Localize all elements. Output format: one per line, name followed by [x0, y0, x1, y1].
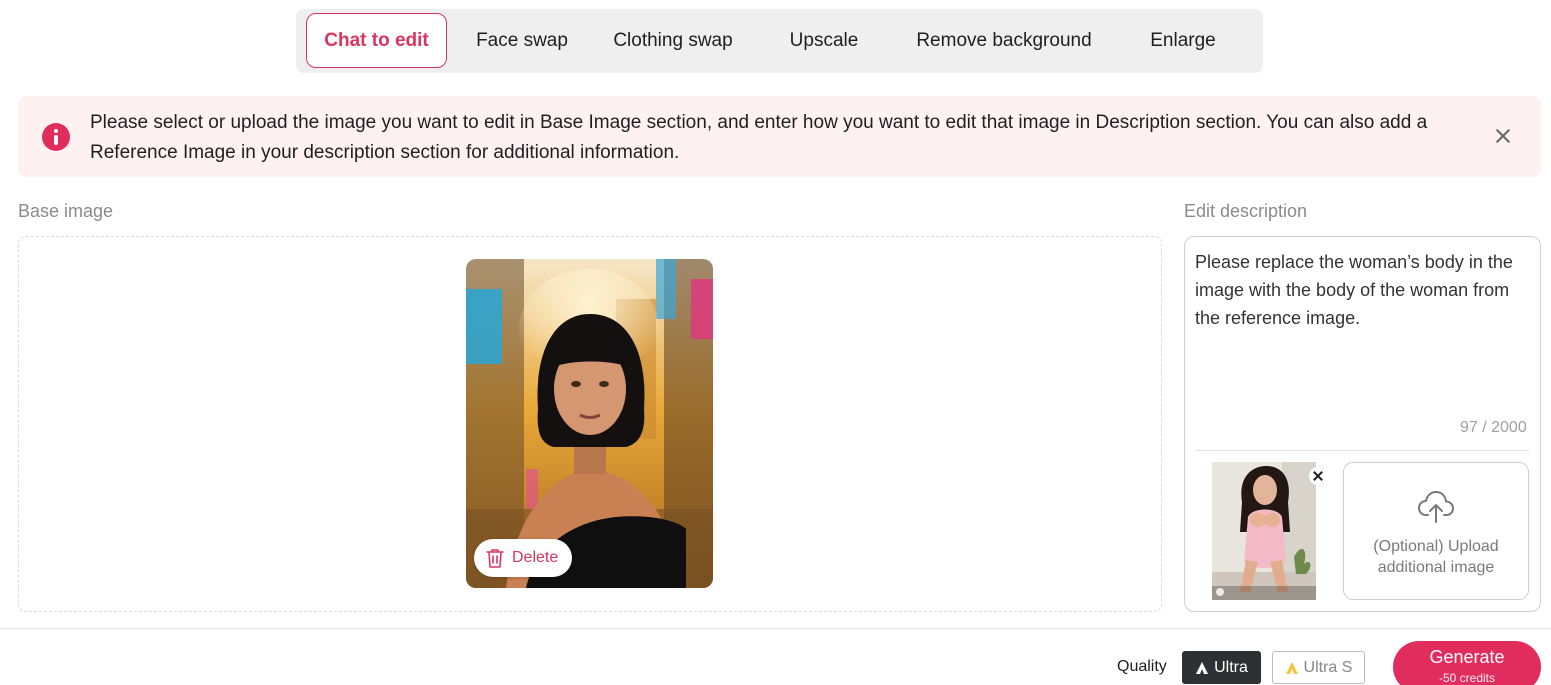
tab-chat-to-edit[interactable]: Chat to edit	[306, 13, 447, 68]
base-image-label: Base image	[18, 201, 114, 221]
tab-enlarge[interactable]: Enlarge	[1128, 13, 1238, 68]
generate-label: Generate	[1429, 647, 1505, 667]
ultra-s-icon	[1285, 661, 1298, 674]
upload-additional-image-label: (Optional) Upload additional image	[1373, 538, 1499, 576]
tab-remove-background[interactable]: Remove background	[899, 13, 1109, 68]
edit-description-textarea[interactable]: Please replace the woman’s body in the i…	[1195, 248, 1530, 413]
remove-reference-icon[interactable]	[1309, 467, 1327, 485]
footer-divider	[0, 628, 1551, 629]
quality-ultra-button[interactable]: Ultra	[1182, 651, 1261, 684]
generate-cost: -50 credits	[1438, 671, 1496, 685]
edit-mode-tabs: Chat to edit Face swap Clothing swap Ups…	[296, 9, 1263, 73]
info-icon	[42, 123, 70, 151]
close-icon[interactable]	[1490, 124, 1516, 150]
cloud-upload-icon	[1418, 491, 1454, 523]
quality-ultra-s-button[interactable]: Ultra S	[1272, 651, 1365, 684]
tab-clothing-swap[interactable]: Clothing swap	[596, 13, 750, 68]
generate-button[interactable]: Generate -50 credits	[1393, 641, 1541, 685]
upload-additional-image-button[interactable]	[1343, 462, 1529, 600]
tab-face-swap[interactable]: Face swap	[461, 13, 583, 68]
quality-ultra-label: Ultra	[1214, 658, 1248, 676]
delete-button[interactable]: Delete	[474, 539, 572, 577]
tab-upscale[interactable]: Upscale	[770, 13, 878, 68]
divider	[1196, 450, 1529, 451]
delete-button-label: Delete	[512, 549, 559, 566]
reference-image-thumbnail	[1212, 462, 1316, 600]
quality-label: Quality	[1117, 658, 1167, 675]
info-banner-text: Please select or upload the image you wa…	[90, 112, 1428, 163]
char-count: 97 / 2000	[1460, 419, 1527, 436]
trash-icon	[486, 549, 504, 568]
quality-ultra-s-label: Ultra S	[1303, 658, 1353, 676]
ultra-icon	[1196, 661, 1209, 674]
edit-description-label: Edit description	[1184, 201, 1308, 221]
